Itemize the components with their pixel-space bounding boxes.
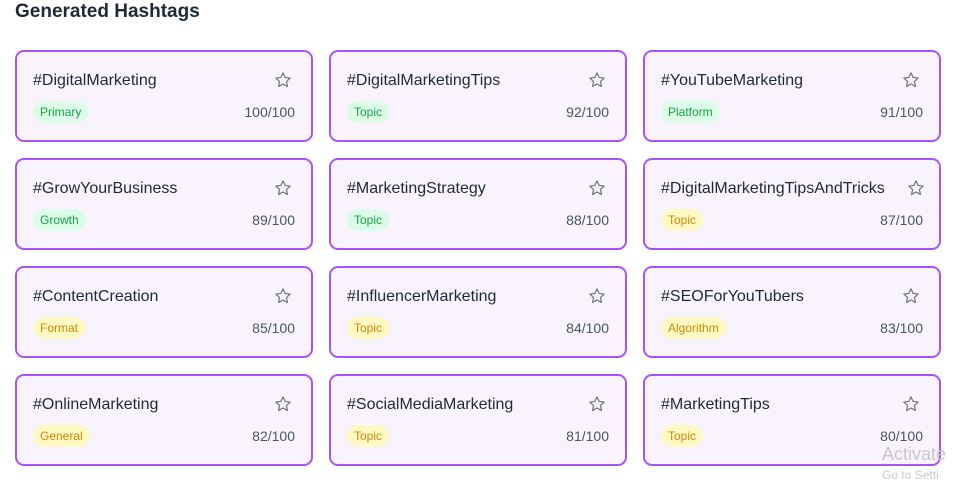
score-value: 88/100 [566,212,609,228]
category-badge: Topic [347,317,390,339]
activate-windows-watermark: Activate [882,444,947,464]
category-badge: Platform [661,101,720,123]
hashtag-text: #GrowYourBusiness [33,180,178,197]
hashtag-text: #SocialMediaMarketing [347,396,514,413]
hashtag-card[interactable]: #GrowYourBusiness Growth 89/100 [15,158,313,250]
hashtag-card[interactable]: #SEOForYouTubers Algorithm 83/100 [643,266,941,358]
score-value: 84/100 [566,320,609,336]
activate-windows-subtext: Go to Setti [882,468,939,482]
category-badge: Growth [33,209,86,231]
score-value: 81/100 [566,428,609,444]
hashtag-card[interactable]: #YouTubeMarketing Platform 91/100 [643,50,941,142]
hashtag-card[interactable]: #InfluencerMarketing Topic 84/100 [329,266,627,358]
category-badge: General [33,425,90,447]
hashtag-card[interactable]: #MarketingStrategy Topic 88/100 [329,158,627,250]
star-icon[interactable] [274,179,292,197]
score-value: 92/100 [566,104,609,120]
category-badge: Topic [347,209,390,231]
category-badge: Format [33,317,86,339]
star-icon[interactable] [274,71,292,89]
category-badge: Topic [347,101,390,123]
star-icon[interactable] [907,179,925,197]
score-value: 85/100 [252,320,295,336]
score-value: 89/100 [252,212,295,228]
hashtag-card[interactable]: #OnlineMarketing General 82/100 [15,374,313,466]
star-icon[interactable] [588,395,606,413]
score-value: 87/100 [880,212,923,228]
hashtag-card[interactable]: #ContentCreation Format 85/100 [15,266,313,358]
hashtag-card[interactable]: #SocialMediaMarketing Topic 81/100 [329,374,627,466]
hashtag-card[interactable]: #DigitalMarketingTipsAndTricks Topic 87/… [643,158,941,250]
category-badge: Topic [347,425,390,447]
hashtag-text: #ContentCreation [33,288,159,305]
hashtag-text: #DigitalMarketingTips [347,72,501,89]
star-icon[interactable] [588,71,606,89]
score-value: 100/100 [244,104,295,120]
score-value: 82/100 [252,428,295,444]
hashtag-text: #DigitalMarketing [33,72,157,89]
star-icon[interactable] [902,395,920,413]
star-icon[interactable] [274,287,292,305]
hashtag-text: #SEOForYouTubers [661,288,804,305]
score-value: 80/100 [880,428,923,444]
hashtag-text: #DigitalMarketingTipsAndTricks [661,180,885,197]
score-value: 91/100 [880,104,923,120]
hashtag-grid: #DigitalMarketing Primary 100/100 #Digit… [15,50,941,466]
hashtag-text: #InfluencerMarketing [347,288,497,305]
category-badge: Topic [661,425,704,447]
hashtag-text: #OnlineMarketing [33,396,159,413]
page-title: Generated Hashtags [15,1,200,22]
category-badge: Algorithm [661,317,726,339]
star-icon[interactable] [902,287,920,305]
category-badge: Topic [661,209,704,231]
score-value: 83/100 [880,320,923,336]
hashtag-card[interactable]: #DigitalMarketing Primary 100/100 [15,50,313,142]
star-icon[interactable] [588,179,606,197]
star-icon[interactable] [902,71,920,89]
star-icon[interactable] [274,395,292,413]
hashtag-card[interactable]: #DigitalMarketingTips Topic 92/100 [329,50,627,142]
star-icon[interactable] [588,287,606,305]
category-badge: Primary [33,101,89,123]
hashtag-text: #MarketingStrategy [347,180,486,197]
hashtag-text: #YouTubeMarketing [661,72,804,89]
hashtag-text: #MarketingTips [661,396,770,413]
